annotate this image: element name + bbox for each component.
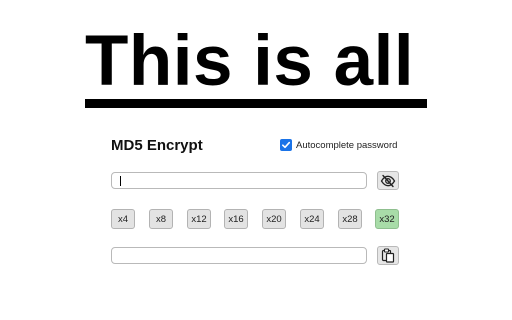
multiplier-button-x32[interactable]: x32 (375, 209, 399, 229)
headline: This is all (85, 22, 427, 108)
headline-underline (85, 99, 427, 108)
multiplier-button-x12[interactable]: x12 (187, 209, 211, 229)
autocomplete-label: Autocomplete password (296, 139, 398, 151)
multiplier-button-x24[interactable]: x24 (300, 209, 324, 229)
toggle-visibility-button[interactable] (377, 171, 399, 190)
checkmark-icon (282, 141, 291, 149)
multiplier-group: x4 x8 x12 x16 x20 x24 x28 x32 (111, 209, 401, 229)
autocomplete-toggle[interactable]: Autocomplete password (280, 139, 397, 151)
clipboard-icon (381, 248, 395, 263)
multiplier-button-x4[interactable]: x4 (111, 209, 135, 229)
hash-output-field[interactable] (111, 247, 367, 264)
multiplier-button-x8[interactable]: x8 (149, 209, 173, 229)
multiplier-button-x20[interactable]: x20 (262, 209, 286, 229)
password-input[interactable] (111, 172, 367, 189)
multiplier-button-x16[interactable]: x16 (224, 209, 248, 229)
text-caret (120, 176, 121, 186)
panel-title: MD5 Encrypt (111, 137, 203, 154)
page: This is all MD5 Encrypt Autocomplete pas… (0, 0, 512, 320)
copy-button[interactable] (377, 246, 399, 265)
eye-slash-icon (380, 174, 396, 187)
multiplier-button-x28[interactable]: x28 (338, 209, 362, 229)
md5-encrypt-panel: MD5 Encrypt Autocomplete password x4 x8 … (111, 134, 401, 274)
headline-text: This is all (85, 22, 415, 101)
autocomplete-checkbox[interactable] (280, 139, 292, 151)
